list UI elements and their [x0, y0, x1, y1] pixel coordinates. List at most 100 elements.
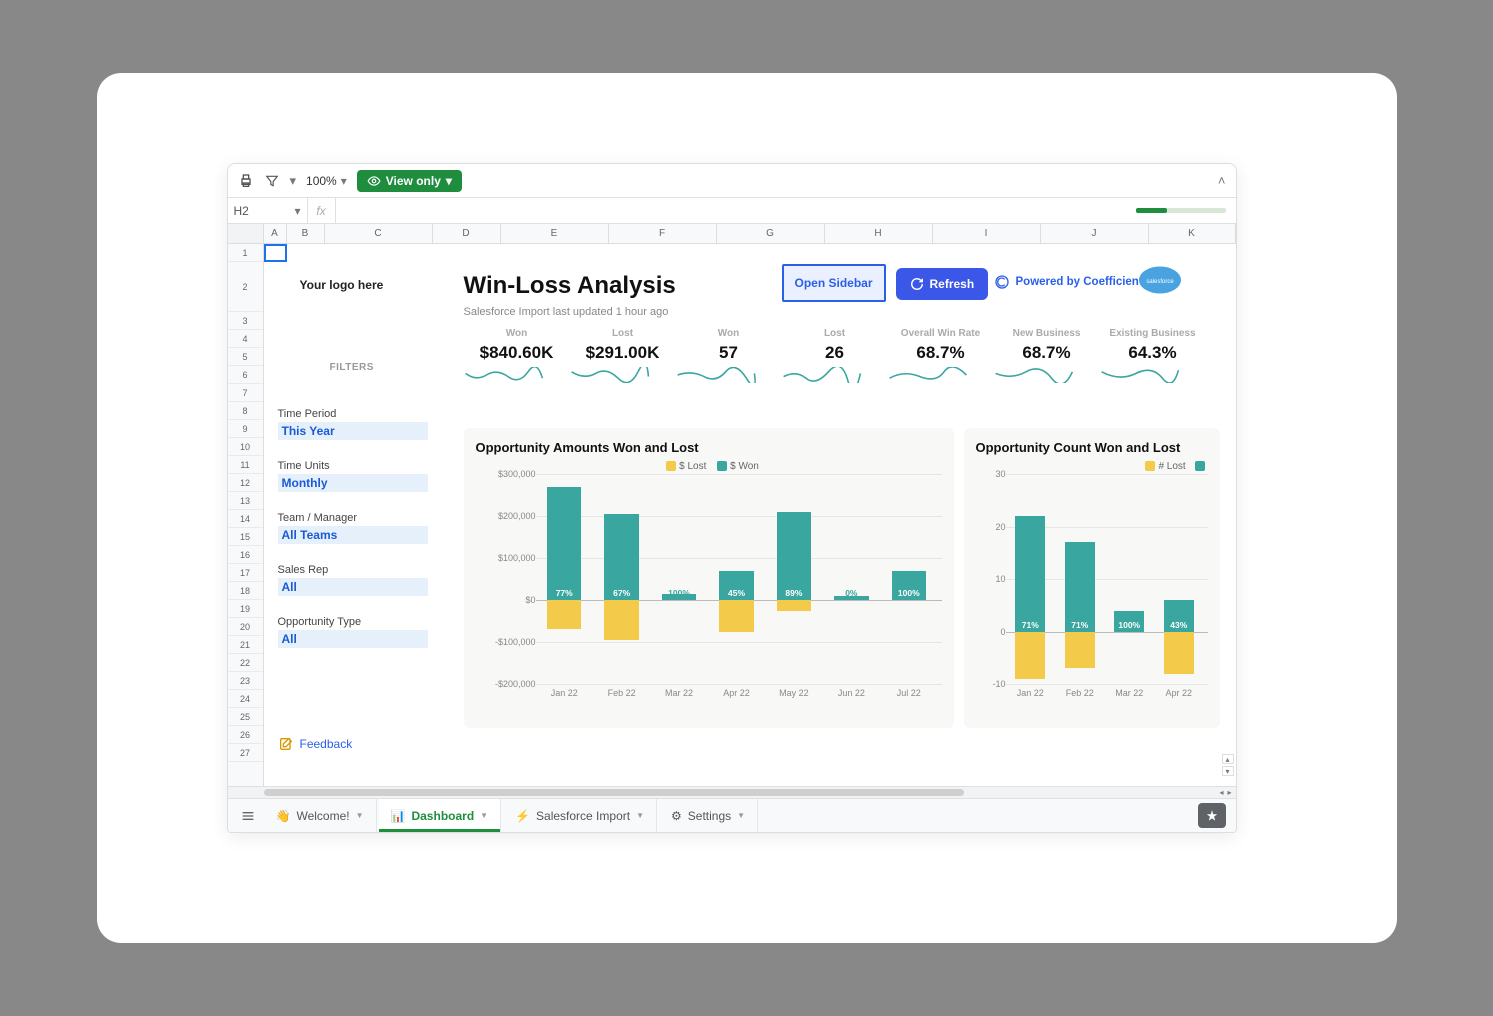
filter-team[interactable]: Team / Manager All Teams	[278, 512, 428, 544]
row-header[interactable]: 4	[228, 330, 263, 348]
filters-heading: FILTERS	[330, 362, 374, 373]
zoom-dropdown[interactable]: 100% ▾	[306, 174, 347, 188]
kpi-lost-amount: Lost $291.00K	[570, 328, 676, 383]
sheet-canvas[interactable]: Your logo here Win-Loss Analysis Salesfo…	[264, 244, 1236, 786]
chart-legend: # Lost	[976, 461, 1208, 472]
open-sidebar-label: Open Sidebar	[794, 276, 872, 290]
caret-down-icon[interactable]: ▼	[737, 811, 745, 820]
scroll-down-icon[interactable]: ▾	[1222, 766, 1234, 776]
tab-settings[interactable]: ⚙ Settings ▼	[659, 799, 758, 832]
feedback-link[interactable]: Feedback	[278, 736, 353, 752]
formula-input[interactable]	[336, 198, 1136, 223]
row-header[interactable]: 24	[228, 690, 263, 708]
legend-label: # Lost	[1158, 461, 1185, 472]
loading-indicator	[1136, 198, 1236, 223]
caret-down-icon[interactable]: ▾	[290, 173, 297, 189]
col-header[interactable]: H	[825, 224, 933, 243]
name-box-value: H2	[234, 204, 249, 218]
legend-swatch-lost	[666, 461, 676, 471]
row-header[interactable]: 21	[228, 636, 263, 654]
col-header[interactable]: B	[287, 224, 325, 243]
scroll-right-icon[interactable]: ▸	[1227, 788, 1231, 797]
row-header[interactable]: 2	[228, 262, 263, 312]
refresh-label: Refresh	[930, 277, 975, 291]
chart-counts: Opportunity Count Won and Lost # Lost -1…	[964, 428, 1220, 728]
row-header[interactable]: 15	[228, 528, 263, 546]
caret-down-icon[interactable]: ▼	[356, 811, 364, 820]
row-header[interactable]: 5	[228, 348, 263, 366]
col-header[interactable]: F	[609, 224, 717, 243]
vscroll-buttons[interactable]: ▴ ▾	[1222, 754, 1234, 776]
row-header[interactable]: 25	[228, 708, 263, 726]
caret-down-icon[interactable]: ▼	[636, 811, 644, 820]
col-header[interactable]: K	[1149, 224, 1236, 243]
col-header[interactable]: D	[433, 224, 501, 243]
col-header[interactable]: J	[1041, 224, 1149, 243]
sparkline-icon	[888, 367, 968, 383]
col-header[interactable]: I	[933, 224, 1041, 243]
filter-time-period[interactable]: Time Period This Year	[278, 408, 428, 440]
row-header[interactable]: 7	[228, 384, 263, 402]
refresh-button[interactable]: Refresh	[896, 268, 989, 300]
filter-icon[interactable]	[264, 173, 280, 189]
sparkline-icon	[782, 367, 862, 383]
scroll-up-icon[interactable]: ▴	[1222, 754, 1234, 764]
spreadsheet-window: ▾ 100% ▾ View only ▾ ˄ H2 ▾ fx	[227, 163, 1237, 833]
view-only-button[interactable]: View only ▾	[357, 170, 462, 192]
filter-label: Time Units	[278, 460, 428, 472]
row-header[interactable]: 12	[228, 474, 263, 492]
open-sidebar-button[interactable]: Open Sidebar	[782, 264, 886, 302]
kpi-value: 57	[676, 343, 782, 363]
select-all-corner[interactable]	[228, 224, 264, 243]
collapse-toolbar-icon[interactable]: ˄	[1218, 173, 1226, 188]
kpi-label: Overall Win Rate	[888, 328, 994, 339]
kpi-value: $840.60K	[464, 343, 570, 363]
row-header[interactable]: 6	[228, 366, 263, 384]
filter-opportunity-type[interactable]: Opportunity Type All	[278, 616, 428, 648]
filter-label: Time Period	[278, 408, 428, 420]
explore-button[interactable]	[1198, 803, 1226, 828]
tab-salesforce-import[interactable]: ⚡ Salesforce Import ▼	[503, 799, 657, 832]
print-icon[interactable]	[238, 173, 254, 189]
row-header[interactable]: 19	[228, 600, 263, 618]
row-header[interactable]: 3	[228, 312, 263, 330]
row-header[interactable]: 27	[228, 744, 263, 762]
name-box[interactable]: H2 ▾	[228, 198, 308, 223]
page-title: Win-Loss Analysis	[464, 272, 676, 300]
row-header[interactable]: 8	[228, 402, 263, 420]
coefficient-icon	[994, 274, 1010, 290]
selected-cell	[264, 244, 287, 262]
row-header[interactable]: 10	[228, 438, 263, 456]
row-header[interactable]: 16	[228, 546, 263, 564]
col-header[interactable]: A	[264, 224, 287, 243]
row-header[interactable]: 14	[228, 510, 263, 528]
row-header[interactable]: 9	[228, 420, 263, 438]
horizontal-scrollbar[interactable]: ◂ ▸	[228, 786, 1236, 798]
tab-dashboard[interactable]: 📊 Dashboard ▼	[379, 799, 502, 832]
caret-down-icon[interactable]: ▼	[480, 811, 488, 820]
row-header[interactable]: 11	[228, 456, 263, 474]
kpi-label: Existing Business	[1100, 328, 1206, 339]
powered-by-link[interactable]: Powered by Coefficient	[994, 274, 1143, 290]
row-header[interactable]: 26	[228, 726, 263, 744]
tab-welcome[interactable]: 👋 Welcome! ▼	[264, 799, 377, 832]
row-header[interactable]: 23	[228, 672, 263, 690]
tab-label: Dashboard	[411, 809, 474, 823]
col-header[interactable]: E	[501, 224, 609, 243]
filter-sales-rep[interactable]: Sales Rep All	[278, 564, 428, 596]
row-header[interactable]: 20	[228, 618, 263, 636]
feedback-label: Feedback	[300, 737, 353, 751]
scrollbar-thumb[interactable]	[264, 789, 964, 796]
row-header[interactable]: 13	[228, 492, 263, 510]
legend-swatch-won	[717, 461, 727, 471]
all-sheets-icon[interactable]	[234, 799, 262, 832]
row-header[interactable]: 1	[228, 244, 263, 262]
col-header[interactable]: G	[717, 224, 825, 243]
filter-time-units[interactable]: Time Units Monthly	[278, 460, 428, 492]
gear-icon: ⚙	[671, 809, 682, 823]
row-header[interactable]: 18	[228, 582, 263, 600]
scroll-left-icon[interactable]: ◂	[1219, 788, 1223, 797]
row-header[interactable]: 22	[228, 654, 263, 672]
col-header[interactable]: C	[325, 224, 433, 243]
row-header[interactable]: 17	[228, 564, 263, 582]
